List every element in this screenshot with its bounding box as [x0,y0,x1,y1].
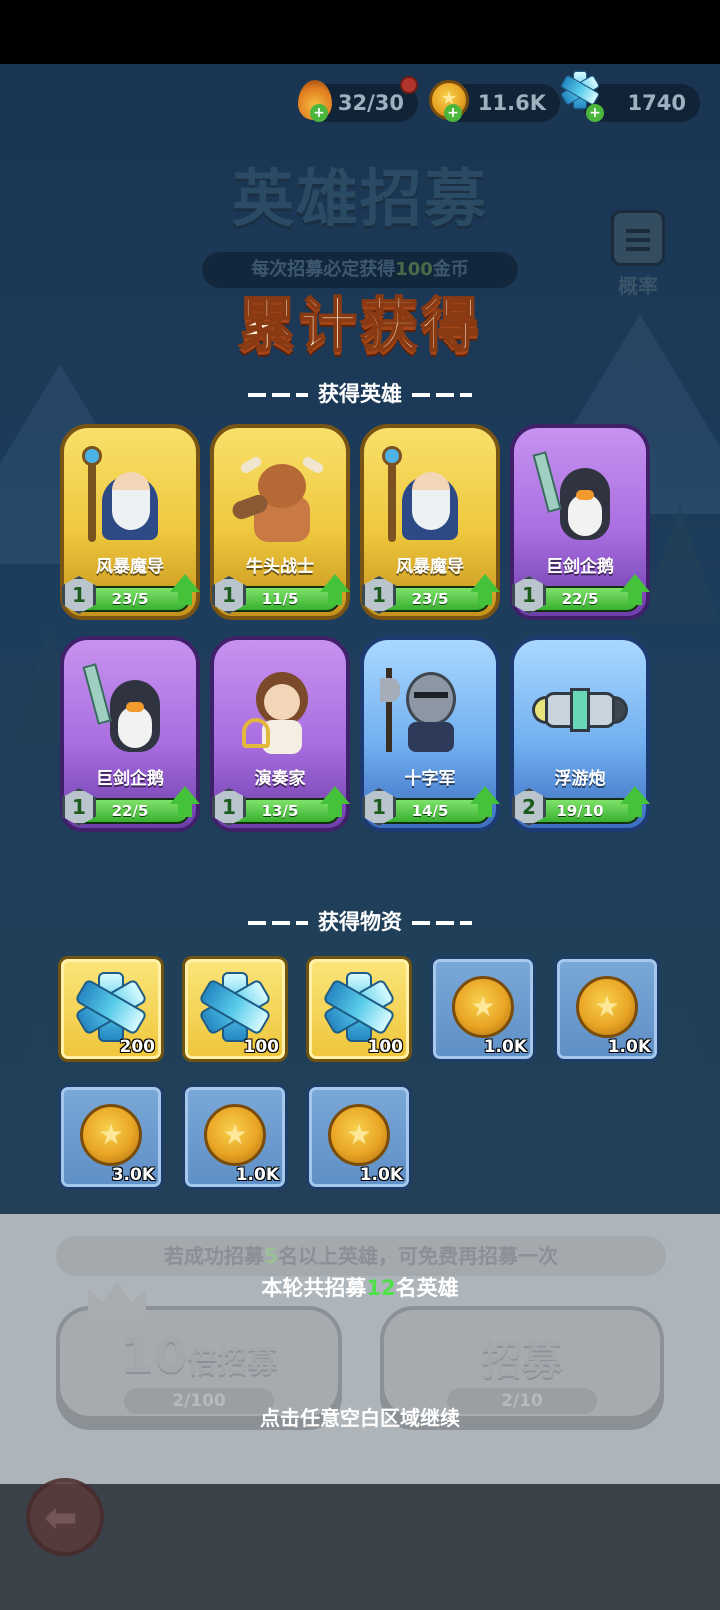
reward-quantity: 1.0K [359,1165,403,1185]
energy-value: 32/30 [337,91,404,115]
divider-left [248,393,308,397]
divider-left [248,921,308,925]
gold-coin-icon [452,976,514,1038]
heroes-section-label: 获得英雄 [318,382,402,406]
gold-coin-icon [576,976,638,1038]
gold-reward-item[interactable]: 1.0K [182,1084,288,1190]
reward-quantity: 1.0K [607,1037,651,1057]
hint-text: 名以上英雄，可免费再招募一次 [277,1244,558,1268]
upgrade-arrow-icon [320,786,350,820]
recruit-summary: 本轮共招募12名英雄 [0,1272,720,1302]
gold-reward-item[interactable]: 1.0K [306,1084,412,1190]
gold-reward-item[interactable]: 1.0K [430,956,536,1062]
items-section-title: 获得物资 [0,906,720,936]
gem-crystal-icon [195,967,275,1047]
hero-card[interactable]: 巨剑企鹅 22/5 1 [510,424,650,624]
gem-reward-item[interactable]: 100 [182,956,288,1062]
gem-counter[interactable]: + 1740 [559,70,700,122]
hero-card[interactable]: 浮游炮 19/10 2 [510,636,650,836]
upgrade-arrow-icon [470,786,500,820]
gem-crystal-icon [319,967,399,1047]
hero-card[interactable]: 巨剑企鹅 22/5 1 [60,636,200,836]
reward-quantity: 1.0K [235,1165,279,1185]
upgrade-arrow-icon [320,574,350,608]
back-button[interactable]: ⬅ [26,1478,104,1556]
energy-flame-icon: + [292,78,338,124]
reward-quantity: 1.0K [483,1037,527,1057]
gem-value: 1740 [627,91,686,115]
reward-quantity: 100 [243,1037,280,1057]
reward-quantity: 200 [119,1037,156,1057]
subtitle-number: 100 [395,259,433,280]
penguin-portrait-icon [82,658,178,758]
gold-reward-item[interactable]: 3.0K [58,1084,164,1190]
document-icon [611,210,665,266]
gem-crystal-icon: + [559,70,614,124]
items-section-label: 获得物资 [318,910,402,934]
gold-value: 11.6K [477,91,546,115]
upgrade-arrow-icon [620,574,650,608]
result-title: 累计获得 [237,290,482,360]
hero-card[interactable]: 十字军 14/5 1 [360,636,500,836]
multi-recruit-label: 10倍招募 [60,1328,338,1384]
gold-coin-icon [80,1104,142,1166]
crusader-portrait-icon [380,658,478,758]
penguin-portrait-icon [532,446,628,546]
mage-portrait-icon [82,446,178,546]
hero-card[interactable]: 风暴魔导 23/5 1 [60,424,200,624]
gold-coin-icon [204,1104,266,1166]
reward-quantity: 100 [367,1037,404,1057]
gold-coin-icon [328,1104,390,1166]
summary-number: 12 [366,1276,396,1300]
free-recruit-hint: 若成功招募5名以上英雄，可免费再招募一次 [56,1236,666,1276]
gem-crystal-icon [71,967,151,1047]
hero-card[interactable]: 风暴魔导 23/5 1 [360,424,500,624]
hero-card[interactable]: 演奏家 13/5 1 [210,636,350,836]
tree-decoration [640,504,720,624]
gem-reward-item[interactable]: 100 [306,956,412,1062]
hint-text: 若成功招募 [164,1244,265,1268]
back-arrow-icon: ⬅ [44,1495,78,1541]
hint-number: 5 [264,1244,278,1268]
upgrade-arrow-icon [170,786,200,820]
floating-cannon-portrait-icon [532,658,628,758]
upgrade-arrow-icon [620,786,650,820]
gold-coin-icon: + [426,78,472,124]
notification-dot [400,76,418,94]
status-bar [0,0,720,64]
heroes-section-title: 获得英雄 [0,378,720,408]
footer-area [0,1484,720,1610]
multi-recruit-text: 倍招募 [187,1345,278,1380]
gold-counter[interactable]: + 11.6K [429,80,560,122]
summary-text: 名英雄 [395,1276,459,1300]
multi-recruit-number: 10 [120,1328,188,1384]
upgrade-arrow-icon [170,574,200,608]
mage-portrait-icon [382,446,478,546]
minotaur-portrait-icon [230,446,328,546]
bard-portrait-icon [232,658,328,758]
single-recruit-label: 招募 [482,1338,562,1384]
summary-text: 本轮共招募 [261,1276,367,1300]
gold-reward-item[interactable]: 1.0K [554,956,660,1062]
tap-to-continue[interactable]: 点击任意空白区域继续 [0,1402,720,1431]
reward-quantity: 3.0K [111,1165,155,1185]
hero-card[interactable]: 牛头战士 11/5 1 [210,424,350,624]
subtitle-text: 金币 [432,259,469,280]
subtitle-text: 每次招募必定获得 [251,259,396,280]
divider-right [412,921,472,925]
divider-right [412,393,472,397]
upgrade-arrow-icon [470,574,500,608]
gem-reward-item[interactable]: 200 [58,956,164,1062]
